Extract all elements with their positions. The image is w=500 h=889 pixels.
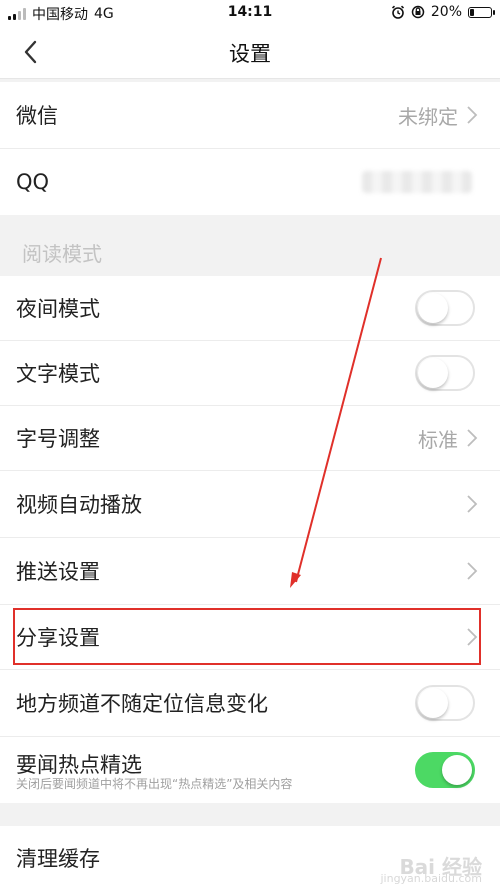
status-bar: 中国移动 4G 14:11 20% [0, 0, 500, 26]
settings-row-wechat[interactable]: 微信 未绑定 [0, 82, 500, 149]
chevron-right-icon [467, 562, 478, 580]
battery-icon [468, 6, 495, 18]
battery-percent: 20% [430, 4, 462, 20]
row-label: 推送设置 [16, 560, 100, 584]
row-label: 微信 [16, 104, 58, 128]
account-group: 微信 未绑定 QQ [0, 82, 500, 215]
settings-row-share[interactable]: 分享设置 [0, 605, 500, 670]
alarm-icon [391, 5, 404, 19]
section-title-reading: 阅读模式 [22, 242, 102, 266]
switch-knob [418, 358, 448, 388]
row-label: 文字模式 [16, 362, 100, 386]
night-mode-switch[interactable] [415, 290, 475, 326]
row-label: 分享设置 [16, 626, 100, 650]
row-label: 夜间模式 [16, 297, 100, 321]
reading-group: 夜间模式 文字模式 字号调整 标准 视频自动播放 推送设置 分享设置 地方频道不… [0, 276, 500, 803]
settings-row-local-channel: 地方频道不随定位信息变化 [0, 670, 500, 737]
row-value: 标准 [418, 427, 458, 452]
switch-knob [418, 688, 448, 718]
row-label: 清理缓存 [16, 846, 100, 871]
watermark-url: jingyan.baidu.com [380, 872, 482, 885]
nav-bar: 设置 [0, 26, 500, 79]
page-title: 设置 [229, 42, 271, 66]
row-label: 地方频道不随定位信息变化 [16, 692, 268, 716]
settings-row-qq[interactable]: QQ [0, 149, 500, 215]
hot-picks-switch[interactable] [415, 752, 475, 788]
status-right: 20% [391, 4, 495, 20]
settings-row-hot-picks: 要闻热点精选 关闭后要闻频道中将不再出现“热点精选”及相关内容 [0, 737, 500, 803]
chevron-right-icon [467, 495, 478, 513]
blurred-account-value [362, 171, 472, 193]
switch-knob [418, 293, 448, 323]
row-label: QQ [16, 170, 50, 194]
settings-row-text-mode: 文字模式 [0, 341, 500, 406]
text-mode-switch[interactable] [415, 355, 475, 391]
row-label: 字号调整 [16, 427, 100, 451]
local-channel-switch[interactable] [415, 685, 475, 721]
row-label: 视频自动播放 [16, 493, 142, 517]
settings-row-night-mode: 夜间模式 [0, 276, 500, 341]
chevron-right-icon [467, 429, 478, 447]
chevron-right-icon [467, 628, 478, 646]
settings-row-video-autoplay[interactable]: 视频自动播放 [0, 471, 500, 538]
lock-rotation-icon [411, 5, 425, 19]
settings-row-push[interactable]: 推送设置 [0, 538, 500, 605]
row-description: 关闭后要闻频道中将不再出现“热点精选”及相关内容 [16, 777, 293, 791]
chevron-right-icon [467, 106, 478, 124]
switch-knob [442, 755, 472, 785]
watermark-logo: Bai 经验 jingyan.baidu.com [380, 857, 482, 885]
settings-screen: 中国移动 4G 14:11 20% 设置 微信 未绑定 QQ 阅读模式 夜间模式… [0, 0, 500, 889]
settings-row-font-size[interactable]: 字号调整 标准 [0, 406, 500, 471]
row-value: 未绑定 [398, 104, 458, 129]
